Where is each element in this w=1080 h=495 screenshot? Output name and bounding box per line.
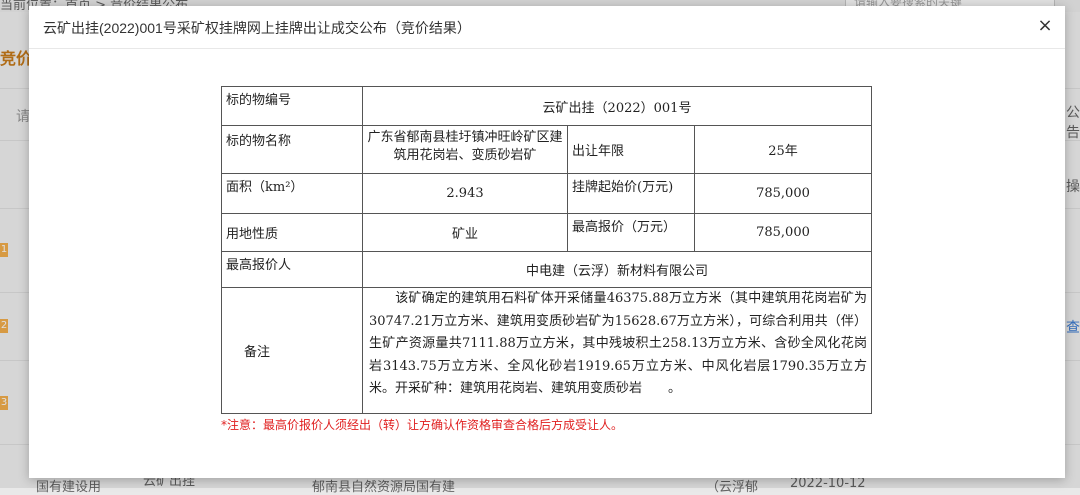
label-max-price: 最高报价（万元） [567,213,695,252]
table-row: 用地性质 矿业 最高报价（万元） 785,000 [221,213,872,252]
value-start-price: 785,000 [694,173,872,214]
value-term: 25年 [694,125,872,174]
dialog-header: 云矿出挂(2022)001号采矿权挂牌网上挂牌出让成交公布（竞价结果） × [29,6,1065,49]
value-bidder: 中电建（云浮）新材料有限公司 [362,251,872,288]
remark-text: 该矿确定的建筑用石料矿体开采储量46375.88万立方米（其中建筑用花岗岩矿为3… [369,291,867,396]
label-term: 出让年限 [567,125,695,174]
result-dialog: 云矿出挂(2022)001号采矿权挂牌网上挂牌出让成交公布（竞价结果） × 标的… [29,6,1065,478]
label-land-use: 用地性质 [221,213,363,252]
label-area: 面积（km²） [221,173,363,214]
table-row: 面积（km²） 2.943 挂牌起始价(万元) 785,000 [221,173,872,214]
dialog-title: 云矿出挂(2022)001号采矿权挂牌网上挂牌出让成交公布（竞价结果） [43,20,471,36]
table-row: 最高报价人 中电建（云浮）新材料有限公司 [221,251,872,288]
result-table: 标的物编号 云矿出挂（2022）001号 标的物名称 广东省郁南县桂圩镇冲旺岭矿… [221,86,872,414]
value-name: 广东省郁南县桂圩镇冲旺岭矿区建筑用花岗岩、变质砂岩矿 [362,125,568,174]
label-bidder: 最高报价人 [221,251,363,288]
label-start-price: 挂牌起始价(万元) [567,173,695,214]
table-row: 备注 该矿确定的建筑用石料矿体开采储量46375.88万立方米（其中建筑用花岗岩… [221,287,872,414]
close-button[interactable]: × [1035,16,1055,36]
value-max-price: 785,000 [694,213,872,252]
label-name: 标的物名称 [221,125,363,174]
table-row: 标的物编号 云矿出挂（2022）001号 [221,86,872,126]
warning-note: *注意：最高价报价人须经出（转）让方确认作资格审查合格后方成受让人。 [221,418,624,432]
value-land-use: 矿业 [362,213,568,252]
value-remark: 该矿确定的建筑用石料矿体开采储量46375.88万立方米（其中建筑用花岗岩矿为3… [362,287,872,414]
label-remark: 备注 [221,287,363,414]
table-row: 标的物名称 广东省郁南县桂圩镇冲旺岭矿区建筑用花岗岩、变质砂岩矿 出让年限 25… [221,125,872,174]
label-number: 标的物编号 [221,86,363,126]
value-area: 2.943 [362,173,568,214]
value-number: 云矿出挂（2022）001号 [362,86,872,126]
